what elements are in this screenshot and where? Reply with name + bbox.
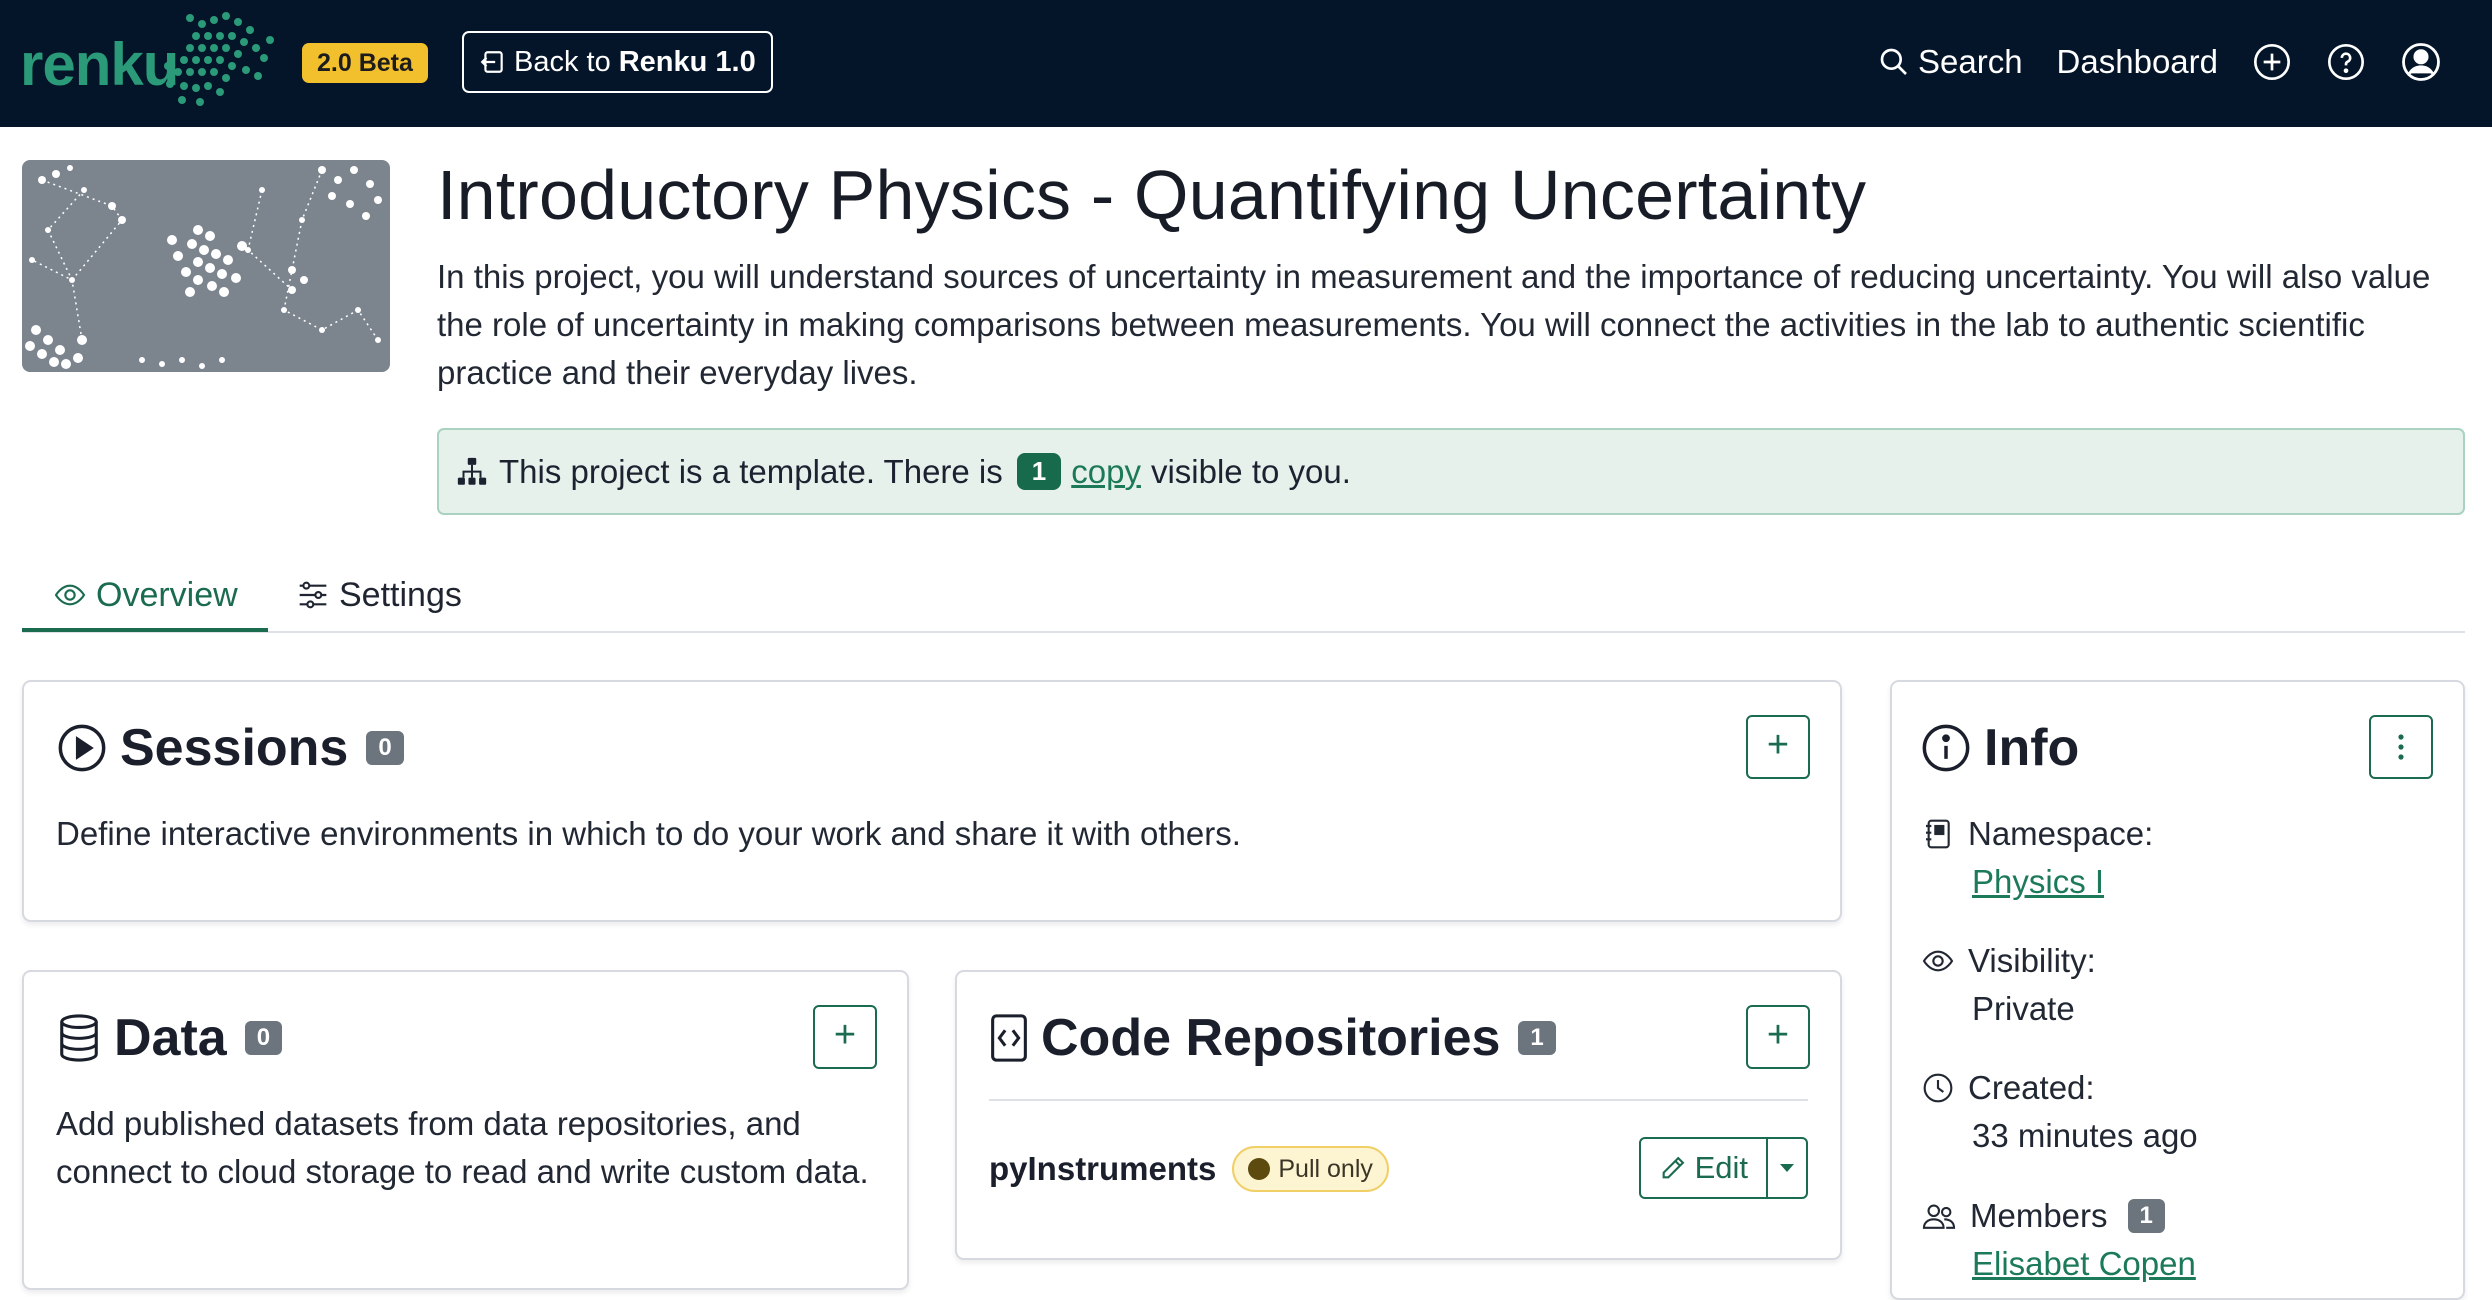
dashboard-link[interactable]: Dashboard [2057,43,2218,81]
project-image [22,160,390,372]
namespace-label-row: Namespace: [1922,810,2153,858]
members-count-badge: 1 [2127,1199,2165,1233]
navbar-right: Search Dashboard [1878,32,2442,92]
plus-circle-icon[interactable] [2252,42,2292,82]
edit-label: Edit [1694,1150,1748,1185]
sliders-icon [297,579,329,611]
sessions-description: Define interactive environments in which… [56,815,1241,852]
add-data-button[interactable]: + [813,1005,877,1069]
three-dots-vertical-icon [2397,733,2405,761]
project-title: Introductory Physics - Quantifying Uncer… [437,156,1867,234]
file-code-icon [989,1013,1029,1063]
info-namespace: Namespace: Physics I [1922,810,2153,906]
created-label: Created: [1968,1069,2095,1106]
project-description: In this project, you will understand sou… [437,258,2431,391]
status-dot-icon [1248,1158,1271,1180]
repository-name[interactable]: pyInstruments [989,1150,1216,1188]
play-circle-icon [56,722,108,774]
data-count-badge: 0 [244,1021,283,1055]
code-count-badge: 1 [1518,1021,1556,1055]
help-circle-icon[interactable] [2326,42,2366,82]
frog-logo-icon [164,12,274,106]
pull-only-label: Pull only [1278,1154,1373,1183]
template-notice-text: This project is a template. There is [499,452,1003,490]
info-created: Created: 33 minutes ago [1922,1064,2198,1160]
active-tab-indicator [22,628,268,632]
project-options-button[interactable] [2369,715,2433,779]
eye-icon [1922,945,1954,977]
tab-settings-label: Settings [339,575,462,614]
pull-only-badge: Pull only [1232,1146,1389,1192]
code-repositories-card: Code Repositories 1 + pyInstruments Pull… [955,970,1842,1260]
namespace-link[interactable]: Physics I [1972,858,2153,906]
copy-count-badge[interactable]: 1 [1016,453,1062,490]
data-description: Add published datasets from data reposit… [56,1105,869,1190]
visibility-label-row: Visibility: [1922,937,2096,985]
sessions-header: Sessions 0 [56,718,404,778]
add-session-button[interactable]: + [1746,715,1810,779]
edit-dropdown-toggle[interactable] [1768,1139,1806,1197]
back-to-renku-1-button[interactable]: Back to Renku 1.0 [462,31,773,93]
data-title: Data [114,1009,227,1067]
tab-overview-label: Overview [96,575,238,614]
renku-logo[interactable]: renku [20,10,274,114]
copy-link[interactable]: copy [1071,453,1141,491]
created-label-row: Created: [1922,1064,2198,1112]
box-arrow-left-icon [480,49,506,75]
logo-text: renku [20,31,179,98]
user-circle-icon[interactable] [2400,41,2442,83]
edit-repository-button[interactable]: Edit [1641,1139,1768,1197]
sessions-count-badge: 0 [366,731,404,765]
people-icon [1922,1200,1956,1232]
created-value: 33 minutes ago [1972,1117,2198,1154]
clock-icon [1922,1072,1954,1104]
members-label-row: Members 1 [1922,1192,2196,1240]
sessions-title: Sessions [120,719,349,777]
code-divider [989,1099,1808,1101]
edit-button-group: Edit [1638,1137,1808,1199]
back-button-prefix: Back to [514,45,611,78]
tab-overview[interactable]: Overview [54,565,238,625]
namespace-label: Namespace: [1968,815,2154,852]
pencil-icon [1659,1154,1687,1182]
search-link[interactable]: Search [1878,43,2023,81]
info-members: Members 1 Elisabet Copen [1922,1192,2196,1288]
search-label: Search [1917,43,2023,80]
visibility-label: Visibility: [1968,942,2096,979]
repository-row: pyInstruments Pull only Edit [989,1137,1808,1201]
info-visibility: Visibility: Private [1922,937,2096,1033]
back-button-target: Renku 1.0 [618,45,756,78]
diagram-icon [455,455,489,489]
beta-badge: 2.0 Beta [302,43,428,83]
code-title: Code Repositories [1041,1009,1501,1067]
add-repository-button[interactable]: + [1746,1005,1810,1069]
data-card: Data 0 + Add published datasets from dat… [22,970,909,1290]
visibility-value: Private [1972,990,2075,1027]
journal-icon [1922,818,1954,850]
info-card: Info Namespace: Physics I Visibility: Pr… [1890,680,2465,1300]
members-label: Members [1970,1197,2108,1234]
project-tabs: Overview Settings [22,555,2465,633]
template-notice: This project is a template. There is 1 c… [437,428,2465,515]
tab-settings[interactable]: Settings [297,565,462,625]
eye-icon [54,579,86,611]
search-icon [1878,46,1910,78]
data-header: Data 0 [56,1008,283,1068]
template-notice-suffix: visible to you. [1150,452,1351,490]
caret-down-icon [1778,1162,1796,1174]
sessions-card: Sessions 0 + Define interactive environm… [22,680,1842,922]
database-icon [56,1012,102,1064]
info-title: Info [1984,719,2080,777]
info-circle-icon [1920,722,1972,774]
info-header: Info [1920,718,2079,778]
top-navbar: renku 2.0 Beta Back to Renku 1.0 Search … [0,0,2492,127]
member-link[interactable]: Elisabet Copen [1972,1240,2196,1288]
code-header: Code Repositories 1 [989,1008,1556,1068]
